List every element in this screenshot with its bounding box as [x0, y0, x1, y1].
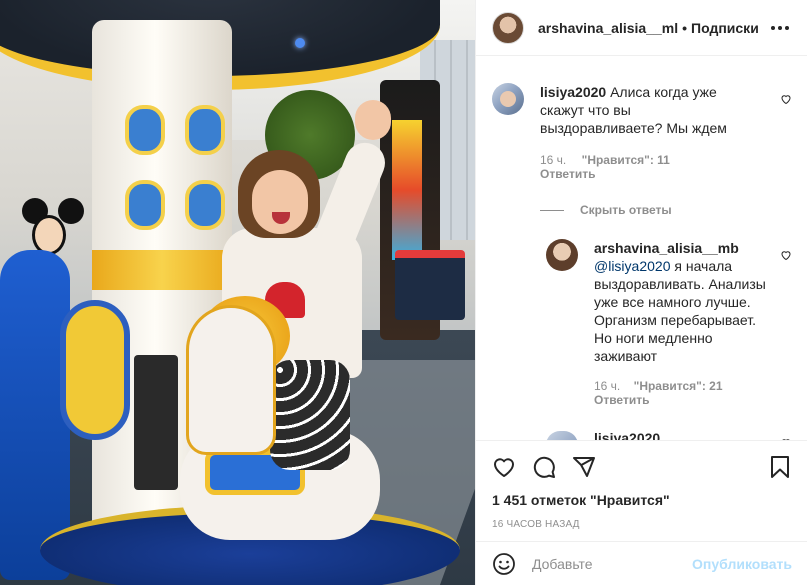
reply-meta: 16 ч. "Нравится": 21 Ответить — [594, 379, 770, 407]
author-username[interactable]: arshavina_alisia__ml — [538, 20, 678, 36]
post-photo[interactable] — [0, 0, 475, 585]
post-sidebar: arshavina_alisia__ml • Подписки lisiya20… — [475, 0, 807, 585]
hide-replies-line — [540, 209, 564, 211]
comments-list[interactable]: lisiya2020 Алиса когда уже скажут что вы… — [476, 57, 807, 440]
hide-replies-button[interactable]: Скрыть ответы — [540, 203, 792, 217]
pillar-ornament — [185, 105, 225, 155]
pillar-gold-band — [92, 250, 232, 290]
yellow-arch — [60, 300, 130, 440]
post-header: arshavina_alisia__ml • Подписки — [476, 0, 807, 56]
reply-avatar[interactable] — [546, 431, 578, 440]
author-avatar[interactable] — [492, 11, 524, 44]
coin-panel — [134, 355, 178, 490]
comment-input[interactable] — [532, 555, 682, 572]
reply-reply-button[interactable]: Ответить — [594, 393, 649, 407]
arcade-machine-2 — [395, 250, 465, 320]
reply-username[interactable]: lisiya2020 — [594, 430, 660, 440]
reply-body: lisiya2020 — [594, 429, 660, 440]
comment-meta: 16 ч. "Нравится": 11 Ответить — [540, 153, 750, 181]
horse-head — [186, 305, 276, 455]
comment-likes[interactable]: "Нравится": 11 — [582, 153, 670, 167]
like-reply-heart-icon[interactable] — [780, 249, 792, 261]
action-icons — [492, 441, 792, 493]
comment-username[interactable]: lisiya2020 — [540, 84, 606, 100]
more-options-icon[interactable] — [769, 20, 791, 36]
publish-button[interactable]: Опубликовать — [692, 556, 792, 572]
comment: lisiya2020 Алиса когда уже скажут что вы… — [492, 57, 792, 181]
following-button[interactable]: Подписки — [691, 20, 759, 36]
comment-time: 16 ч. — [540, 153, 567, 167]
reply-comment: lisiya2020 — [546, 429, 792, 440]
reply-time: 16 ч. — [594, 379, 621, 393]
arcade-screen — [392, 120, 422, 260]
post-time: 16 ЧАСОВ НАЗАД — [492, 519, 580, 530]
comment-body: lisiya2020 Алиса когда уже скажут что вы… — [540, 83, 750, 181]
header-separator: • — [682, 19, 688, 36]
hide-replies-label: Скрыть ответы — [580, 203, 672, 217]
reply-button[interactable]: Ответить — [540, 167, 595, 181]
canopy-light — [295, 38, 305, 48]
reply-username[interactable]: arshavina_alisia__mb — [594, 240, 739, 256]
emoji-icon[interactable] — [492, 552, 516, 576]
reply-avatar[interactable] — [546, 239, 578, 271]
bookmark-icon[interactable] — [768, 455, 792, 479]
child-face — [252, 170, 308, 234]
comment-icon[interactable] — [532, 455, 556, 479]
like-comment-heart-icon[interactable] — [780, 93, 792, 105]
reply-mention[interactable]: @lisiya2020 — [594, 258, 670, 274]
add-comment-bar: Опубликовать — [476, 541, 807, 585]
mickey-ear — [58, 198, 84, 224]
reply-likes[interactable]: "Нравится": 21 — [634, 379, 723, 393]
likes-count[interactable]: 1 451 отметок "Нравится" — [492, 491, 792, 509]
child-hand — [355, 100, 391, 140]
post-modal: arshavina_alisia__ml • Подписки lisiya20… — [0, 0, 807, 585]
reply-comment: arshavina_alisia__mb @lisiya2020 я начал… — [546, 239, 792, 407]
reply-body: arshavina_alisia__mb @lisiya2020 я начал… — [594, 239, 770, 407]
heart-icon[interactable] — [492, 455, 516, 479]
post-actions: 1 451 отметок "Нравится" 16 ЧАСОВ НАЗАД — [476, 440, 807, 530]
pillar-ornament — [185, 180, 225, 230]
share-icon[interactable] — [572, 455, 596, 479]
pillar-ornament — [125, 105, 165, 155]
mickey-face — [32, 215, 66, 255]
pillar-ornament — [125, 180, 165, 230]
commenter-avatar[interactable] — [492, 83, 524, 115]
child-legs — [270, 360, 350, 470]
